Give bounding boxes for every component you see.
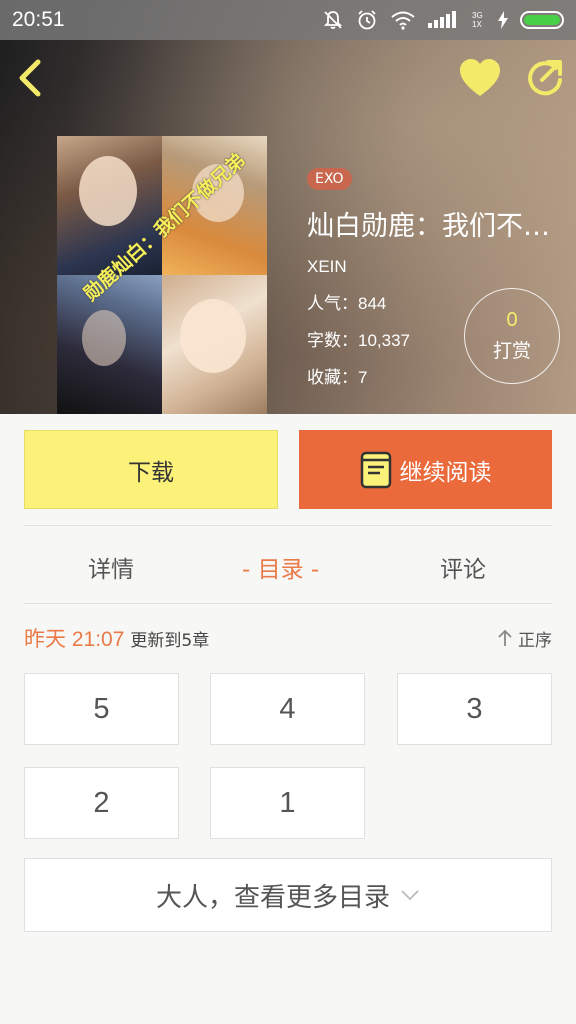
status-time: 20:51	[12, 8, 65, 31]
book-icon	[360, 451, 391, 488]
download-label: 下载	[128, 459, 174, 486]
continue-reading-button[interactable]: 继续阅读	[299, 430, 552, 509]
more-contents-button[interactable]: 大人，查看更多目录	[24, 858, 552, 932]
divider-bottom	[24, 603, 552, 604]
status-bar: 20:51 3G 1X	[0, 0, 576, 40]
sort-order-label: 正序	[518, 630, 552, 651]
favorites-value: 7	[358, 368, 368, 387]
book-author[interactable]: XEIN	[307, 257, 562, 277]
book-title: 灿白勋鹿：我们不…	[307, 211, 550, 242]
update-text: 更新到5章	[130, 630, 210, 651]
book-cover-image[interactable]: 勋鹿灿白：我们不做兄弟	[57, 136, 267, 414]
charging-bolt-icon	[498, 11, 508, 29]
chapter-number: 4	[279, 692, 296, 725]
more-contents-label: 大人，查看更多目录	[155, 882, 390, 913]
chapter-number: 1	[279, 786, 296, 819]
sort-order-button[interactable]: 正序	[496, 626, 552, 651]
tab-comments[interactable]: 评论	[440, 550, 486, 584]
chapter-button[interactable]: 4	[210, 673, 365, 745]
continue-reading-label: 继续阅读	[399, 459, 492, 486]
share-icon	[528, 60, 562, 96]
tab-bar: 详情 - 目录 - 评论	[0, 530, 576, 600]
category-tag[interactable]: EXO	[307, 168, 352, 190]
back-button[interactable]	[14, 56, 50, 100]
update-info-row: 昨天 21:07 更新到5章 正序	[24, 622, 552, 654]
chevron-left-icon	[19, 59, 41, 97]
chapter-button[interactable]: 5	[24, 673, 179, 745]
popularity-label: 人气：	[307, 294, 358, 314]
alarm-clock-icon	[358, 10, 376, 30]
chapter-button[interactable]: 1	[210, 767, 365, 839]
wifi-icon	[391, 11, 415, 30]
arrow-up-icon	[498, 629, 512, 646]
book-hero-header: 20:51 3G 1X 勋鹿灿白：我们不做兄弟 EXO 灿白勋鹿：我们不… XE…	[0, 0, 576, 414]
chapter-number: 3	[466, 692, 483, 725]
update-time: 昨天 21:07	[24, 628, 125, 651]
tab-details[interactable]: 详情	[88, 550, 134, 584]
tip-button[interactable]: 0 打赏	[464, 288, 560, 384]
divider-top	[24, 525, 552, 526]
word-count-value: 10,337	[358, 331, 410, 350]
tab-contents[interactable]: - 目录 -	[242, 550, 319, 584]
share-button[interactable]	[524, 56, 566, 98]
chevron-down-icon	[401, 890, 419, 901]
heart-icon	[460, 59, 500, 96]
network-type-label: 3G 1X	[472, 11, 483, 29]
chapter-number: 5	[93, 692, 110, 725]
signal-bars-icon	[428, 11, 456, 28]
chapter-number: 2	[93, 786, 110, 819]
battery-icon	[520, 11, 564, 29]
popularity-value: 844	[358, 294, 387, 313]
favorite-button[interactable]	[458, 58, 502, 98]
tip-label: 打赏	[492, 340, 531, 362]
word-count-label: 字数：	[307, 331, 358, 351]
mute-bell-icon	[323, 11, 343, 29]
status-icons: 3G 1X	[322, 9, 564, 31]
tip-count: 0	[506, 309, 518, 331]
chapter-button[interactable]: 3	[397, 673, 552, 745]
chapter-button[interactable]: 2	[24, 767, 179, 839]
favorites-label: 收藏：	[307, 368, 358, 388]
top-nav-bar	[0, 40, 576, 116]
download-button[interactable]: 下载	[24, 430, 278, 509]
